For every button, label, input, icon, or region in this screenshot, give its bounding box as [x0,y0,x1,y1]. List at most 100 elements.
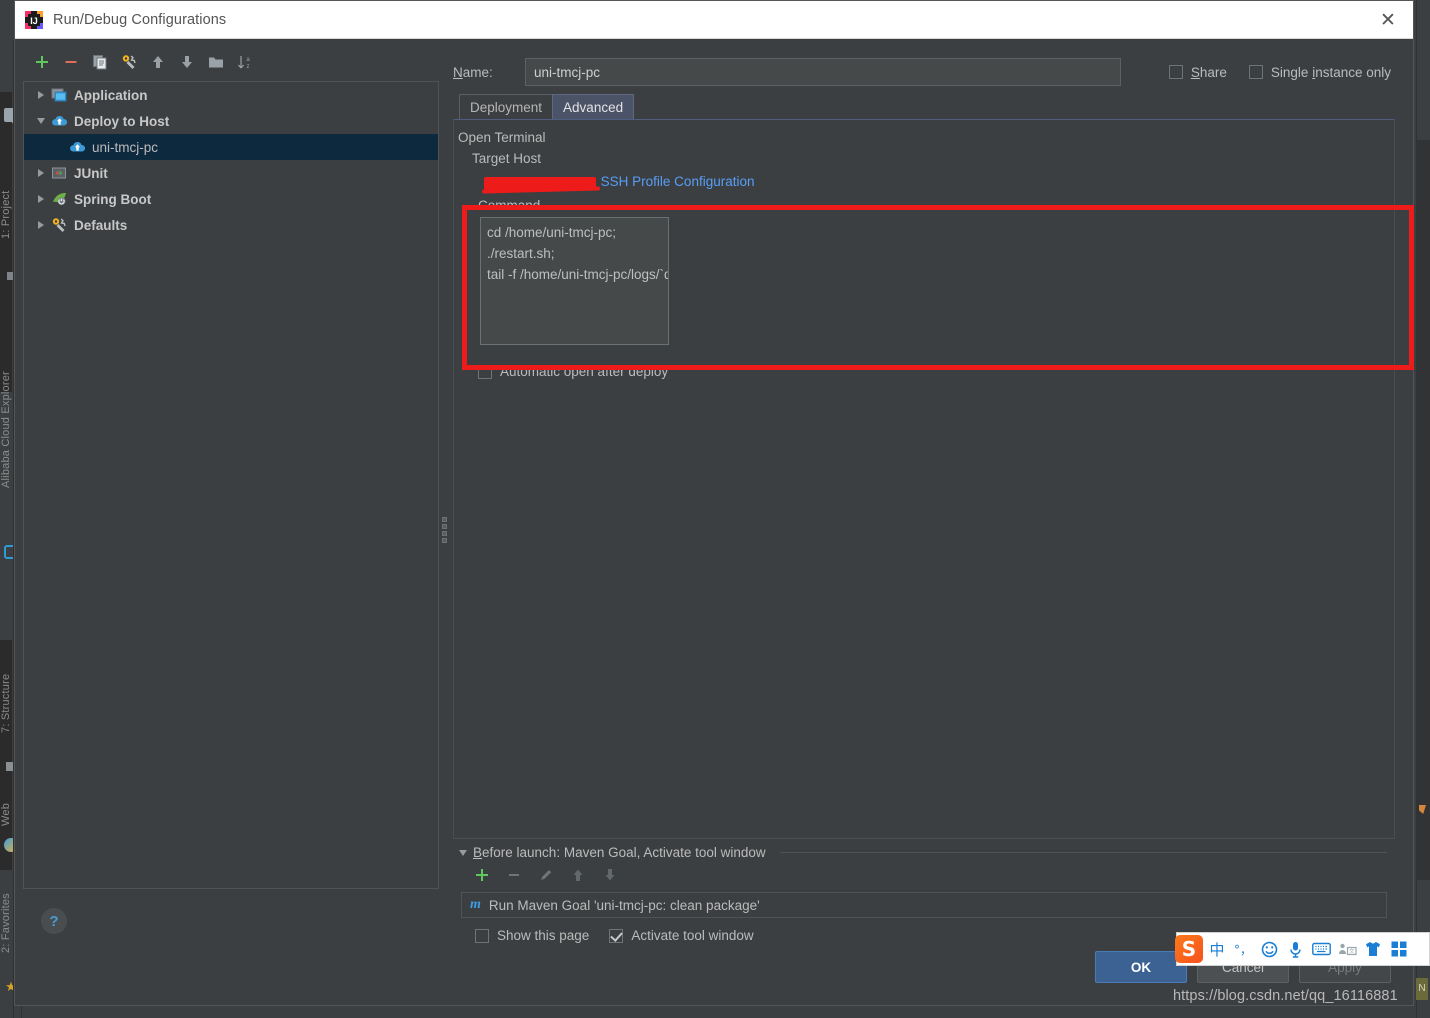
move-into-folder-button[interactable] [203,49,229,75]
move-down-button[interactable] [174,49,200,75]
punctuation-mode-icon[interactable]: °， [1231,935,1255,963]
language-mode-icon[interactable]: 中 [1205,935,1229,963]
before-launch-add-button[interactable] [469,862,495,888]
single-instance-checkbox-box[interactable] [1248,65,1263,79]
close-icon[interactable]: ✕ [1371,3,1405,37]
before-launch-header[interactable]: Before launch: Maven Goal, Activate tool… [459,845,1395,860]
dialog-title-bar: IJ Run/Debug Configurations ✕ [15,1,1413,39]
chevron-right-icon[interactable] [32,221,50,229]
tree-item-deploy-to-host[interactable]: Deploy to Host [24,108,438,134]
chevron-right-icon[interactable] [32,91,50,99]
header-rule [779,852,1387,853]
tree-item-junit[interactable]: JUnit [24,160,438,186]
automatic-open-row: Automatic open after deploy [478,364,1384,379]
voice-input-icon[interactable] [1283,935,1307,963]
automatic-open-checkbox-box[interactable] [478,364,492,379]
tree-item-label: Deploy to Host [74,113,170,129]
share-checkbox[interactable]: Share [1168,64,1227,80]
before-launch-title: Before launch: Maven Goal, Activate tool… [473,845,766,860]
handwriting-icon[interactable]: 文 [1335,935,1359,963]
help-icon[interactable]: ? [41,908,67,934]
name-row: Name: Share Single instance only [453,39,1395,91]
skin-icon[interactable] [1361,935,1385,963]
dialog-title: Run/Debug Configurations [53,11,227,28]
emoji-icon[interactable] [1257,935,1281,963]
remove-button[interactable] [58,49,84,75]
command-label: Command [478,198,541,213]
soft-keyboard-icon[interactable] [1309,935,1333,963]
before-launch-section: Before launch: Maven Goal, Activate tool… [453,839,1395,943]
target-host-value-redacted: 121.196.177.99 [481,174,601,194]
share-checkbox-box[interactable] [1168,65,1183,79]
toolbox-icon[interactable] [1387,935,1411,963]
tree-item-defaults[interactable]: Defaults [24,212,438,238]
svg-text:文: 文 [1348,947,1354,955]
name-input[interactable] [525,58,1121,86]
ok-button[interactable]: OK [1095,951,1187,983]
sogou-logo-icon[interactable]: S [1175,935,1203,963]
activate-tool-window-checkbox[interactable]: Activate tool window [609,928,754,943]
top-checkboxes: Share Single instance only [1168,64,1395,80]
tree-item-uni-tmcj-pc[interactable]: uni-tmcj-pc [24,134,438,160]
splitter-handle[interactable] [442,517,447,543]
move-up-button[interactable] [145,49,171,75]
share-checkbox-label: Share [1190,64,1227,80]
svg-text:IJ: IJ [30,16,38,26]
show-this-page-checkbox[interactable]: Show this page [475,928,589,943]
single-instance-checkbox[interactable]: Single instance only [1248,64,1391,80]
tab-advanced[interactable]: Advanced [552,94,635,119]
before-launch-task-label: Run Maven Goal 'uni-tmcj-pc: clean packa… [488,897,760,913]
before-launch-task-list[interactable]: m Run Maven Goal 'uni-tmcj-pc: clean pac… [461,892,1387,918]
before-launch-edit-button [533,862,559,888]
before-launch-toolbar [459,860,1395,890]
target-host-row: 121.196.177.99 SSH Profile Configuration [481,170,1384,194]
pane-splitter[interactable] [439,39,451,943]
configurations-tree[interactable]: Application Deploy to Host uni-tmcj-pc J… [23,81,439,889]
target-host-label: Target Host [472,151,542,166]
ide-right-dark-column [1416,140,1430,880]
sort-configurations-button[interactable]: a z [232,49,258,75]
name-label-text: ame: [462,64,493,80]
ssh-profile-configuration-link[interactable]: SSH Profile Configuration [601,174,755,189]
tree-item-label: Defaults [74,217,128,233]
configurations-toolbar: a z [23,47,439,77]
run-debug-configurations-dialog: IJ Run/Debug Configurations ✕ a z Applic… [14,0,1414,1006]
cloud-deploy-icon [50,112,68,130]
edit-templates-button[interactable] [116,49,142,75]
svg-text:a: a [246,57,250,63]
before-launch-move-down-button [597,862,623,888]
show-this-page-checkbox-box[interactable] [475,928,489,943]
chevron-right-icon[interactable] [32,169,50,177]
chevron-down-icon[interactable] [459,849,467,856]
maven-icon: m [470,897,481,912]
configuration-editor-pane: Name: Share Single instance only [451,39,1414,943]
before-launch-remove-button [501,862,527,888]
configurations-pane: a z Application Deploy to Host uni-tmcj-… [15,39,439,943]
sogou-ime-toolbar[interactable]: S 中 °， 文 [1175,932,1430,966]
automatic-open-checkbox[interactable]: Automatic open after deploy [478,364,1384,379]
tab-deployment[interactable]: Deployment [459,94,554,119]
wrench-icon [50,216,68,234]
tree-item-spring-boot[interactable]: Spring Boot [24,186,438,212]
tree-item-application[interactable]: Application [24,82,438,108]
command-textarea[interactable]: cd /home/uni-tmcj-pc; ./restart.sh; tail… [480,217,669,345]
spring-boot-icon [50,190,68,208]
advanced-tab-panel: Open Terminal Target Host 121.196.177.99… [453,119,1414,839]
chevron-right-icon[interactable] [32,195,50,203]
editor-tabs: Deployment Advanced [453,93,1395,119]
intellij-idea-icon: IJ [25,10,43,29]
blog-watermark: https://blog.csdn.net/qq_16116881 [1173,988,1398,1004]
tree-item-label: Application [74,87,148,103]
show-this-page-label: Show this page [497,928,590,943]
chevron-down-icon[interactable] [32,118,50,124]
ide-right-badge: N [1416,978,1428,1000]
copy-configuration-button[interactable] [87,49,113,75]
add-button[interactable] [29,49,55,75]
open-terminal-label: Open Terminal [458,130,546,145]
dialog-body: a z Application Deploy to Host uni-tmcj-… [15,39,1414,943]
tree-item-label: uni-tmcj-pc [92,139,159,155]
single-instance-checkbox-label: Single instance only [1270,64,1391,80]
before-launch-move-up-button [565,862,591,888]
activate-tool-window-checkbox-box[interactable] [609,928,624,943]
activate-tool-window-label: Activate tool window [631,928,754,943]
